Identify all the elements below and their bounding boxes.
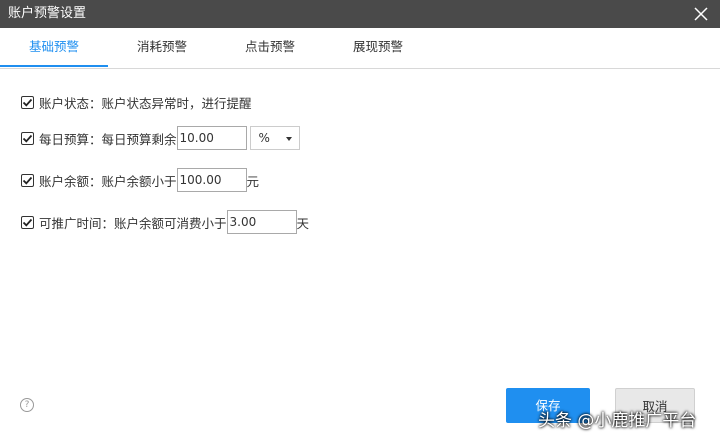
account-status-checkbox[interactable] (21, 95, 34, 109)
account-balance-suffix: 元 (246, 173, 260, 189)
promo-time-input[interactable] (226, 210, 297, 234)
check-icon (22, 176, 33, 185)
tab-bar: 基础预警 消耗预警 点击预警 展现预警 (0, 28, 720, 69)
close-icon[interactable] (692, 5, 710, 23)
promo-time-suffix: 天 (296, 215, 310, 231)
daily-budget-input[interactable] (176, 126, 247, 150)
watermark-text: 头条 @小鹿推广平台 (538, 411, 697, 431)
daily-budget-unit-value: % (258, 131, 270, 145)
help-icon[interactable]: ? (20, 398, 34, 412)
caret-down-icon (285, 137, 292, 141)
tab-impression-alert[interactable]: 展现预警 (324, 28, 432, 67)
check-icon (22, 134, 33, 143)
promo-time-row: 可推广时间：账户余额可消费小于 天 (21, 209, 309, 235)
promo-time-checkbox[interactable] (21, 215, 34, 229)
account-status-row: 账户状态：账户状态异常时，进行提醒 (21, 89, 252, 115)
account-balance-row: 账户余额：账户余额小于 元 (21, 167, 259, 193)
account-balance-checkbox[interactable] (21, 173, 34, 187)
check-icon (22, 218, 33, 227)
tab-basic-alert[interactable]: 基础预警 (0, 28, 108, 67)
check-icon (22, 98, 33, 107)
daily-budget-row: 每日预算：每日预算剩余 % (21, 125, 300, 151)
promo-time-label: 可推广时间：账户余额可消费小于 (39, 215, 227, 231)
daily-budget-unit-select[interactable]: % (249, 126, 300, 150)
tab-spend-alert[interactable]: 消耗预警 (108, 28, 216, 67)
account-balance-label: 账户余额：账户余额小于 (39, 173, 177, 189)
dialog-titlebar: 账户预警设置 (0, 0, 720, 28)
daily-budget-label: 每日预算：每日预算剩余 (39, 131, 177, 147)
account-balance-input[interactable] (176, 168, 247, 192)
daily-budget-checkbox[interactable] (21, 131, 34, 145)
account-status-label: 账户状态：账户状态异常时，进行提醒 (39, 95, 252, 111)
dialog-title: 账户预警设置 (8, 6, 87, 21)
tab-click-alert[interactable]: 点击预警 (216, 28, 324, 67)
